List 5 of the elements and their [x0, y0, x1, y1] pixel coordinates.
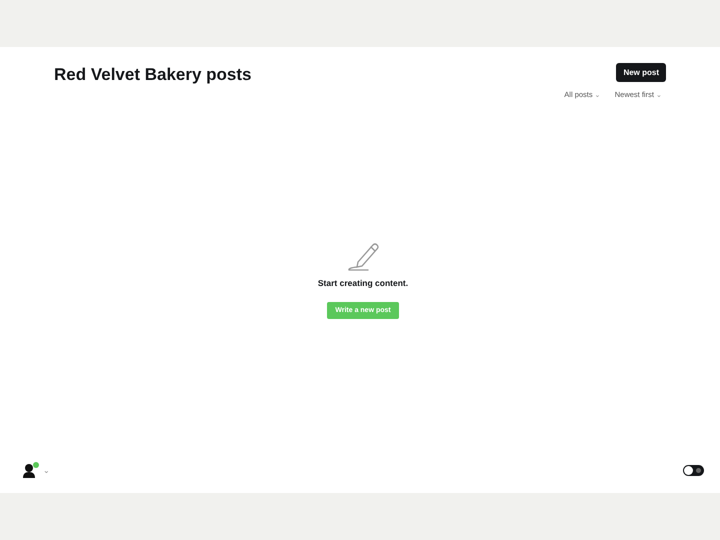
page-title: Red Velvet Bakery posts: [54, 65, 252, 85]
new-post-button[interactable]: New post: [616, 63, 666, 82]
theme-toggle[interactable]: [683, 464, 704, 476]
empty-message: Start creating content.: [318, 278, 408, 288]
user-avatar-icon[interactable]: [22, 462, 40, 478]
